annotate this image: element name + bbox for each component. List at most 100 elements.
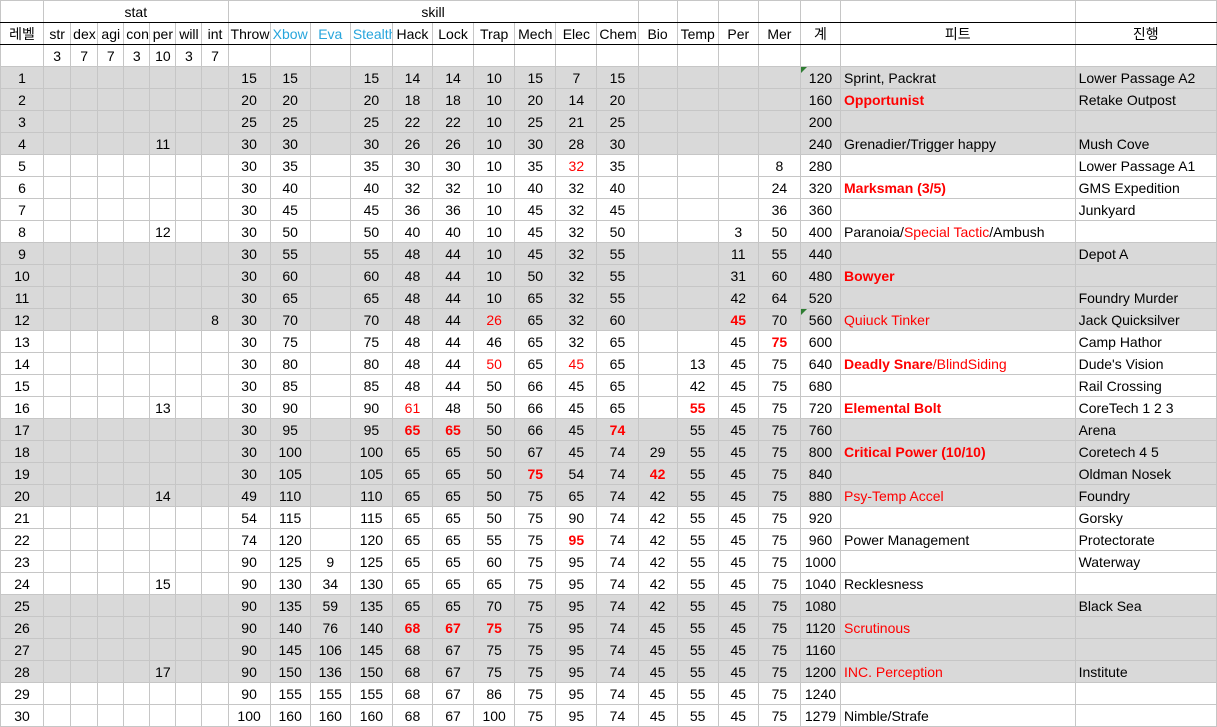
skill-cell: 15 (596, 66, 639, 89)
stat-cell (175, 528, 203, 551)
skill-cell (676, 198, 719, 221)
skill-header-temp: Temp (676, 22, 719, 45)
skill-cell: 100 (473, 704, 516, 727)
stat-cell (201, 198, 229, 221)
stat-cell (149, 66, 177, 89)
progress-cell: Mush Cove (1074, 132, 1217, 155)
stat-cell (123, 704, 151, 727)
stat-cell (70, 132, 99, 155)
skill-cell: 44 (432, 308, 475, 331)
skill-cell: 74 (227, 528, 271, 551)
stat-cell (43, 88, 72, 111)
stat-cell (175, 198, 203, 221)
feat-cell (840, 110, 1076, 133)
level-cell: 3 (0, 110, 45, 133)
skill-cell: 45 (637, 682, 678, 705)
skill-cell: 65 (514, 330, 557, 353)
skill-cell: 42 (637, 550, 678, 573)
total-cell: 720 (799, 396, 842, 419)
stat-cell (97, 286, 125, 309)
total-value: 200 (808, 113, 833, 130)
skill-cell: 32 (555, 176, 598, 199)
skill-cell: 29 (637, 440, 678, 463)
stat-cell: 13 (149, 396, 177, 419)
skill-cell: 40 (514, 176, 557, 199)
stat-cell (70, 462, 99, 485)
skill-cell (637, 352, 678, 375)
stat-cell (149, 154, 177, 177)
skill-cell (717, 110, 759, 133)
skill-cell: 30 (227, 462, 271, 485)
stat-cell (201, 374, 229, 397)
stat-cell (97, 396, 125, 419)
skill-cell: 30 (227, 396, 271, 419)
skill-cell: 32 (391, 176, 434, 199)
skill-cell: 13 (676, 352, 719, 375)
skill-cell: 75 (514, 528, 557, 551)
total-value: 800 (808, 443, 833, 460)
skill-cell: 95 (555, 528, 598, 551)
skill-cell: 45 (717, 352, 759, 375)
skill-cell (309, 286, 351, 309)
stat-cell (175, 264, 203, 287)
level-cell: 20 (0, 484, 45, 507)
skill-cell: 75 (514, 572, 557, 595)
feat-text: Bowyer (844, 267, 895, 284)
blank-group-cell (717, 0, 759, 23)
level-cell: 1 (0, 66, 45, 89)
feat-text: Power Management (844, 531, 970, 548)
skill-cell: 42 (637, 528, 678, 551)
skill-cell: 48 (391, 352, 434, 375)
skill-cell: 50 (473, 396, 516, 419)
skill-cell: 70 (269, 308, 311, 331)
skill-cell: 14 (391, 66, 434, 89)
table-row: 12 8 30 70 70 48 44 26 65 32 60 45 70 560 Quiuck Tinke… (0, 308, 1217, 331)
stat-cell (175, 484, 203, 507)
base-skill-cell (269, 44, 311, 67)
skill-cell (309, 66, 351, 89)
skill-cell: 42 (637, 506, 678, 529)
skill-cell: 95 (555, 594, 598, 617)
skill-cell: 60 (349, 264, 393, 287)
total-value: 600 (808, 333, 833, 350)
skill-cell: 106 (309, 638, 351, 661)
skill-cell: 45 (349, 198, 393, 221)
stat-cell (149, 528, 177, 551)
skill-cell: 160 (349, 704, 393, 727)
blank-group-cell (799, 0, 842, 23)
skill-cell: 45 (514, 198, 557, 221)
skill-cell: 20 (269, 88, 311, 111)
table-row: 21 54 115 115 65 65 50 75 90 74 42 55 45 75 920 Gorsky (0, 506, 1217, 529)
base-feat-cell (840, 44, 1076, 67)
skill-cell: 45 (717, 638, 759, 661)
stat-cell (70, 154, 99, 177)
skill-cell: 45 (555, 396, 598, 419)
total-cell: 480 (799, 264, 842, 287)
stat-cell (123, 660, 151, 683)
skill-cell: 75 (349, 330, 393, 353)
stat-cell (201, 660, 229, 683)
skill-cell: 20 (349, 88, 393, 111)
skill-cell: 30 (227, 352, 271, 375)
stat-cell (175, 418, 203, 441)
progress-cell: Rail Crossing (1074, 374, 1217, 397)
feat-text: Quiuck Tinker (844, 311, 930, 328)
feat-cell: Elemental Bolt (840, 396, 1076, 419)
skill-cell: 75 (757, 330, 801, 353)
skill-cell: 55 (676, 594, 719, 617)
total-value: 360 (808, 201, 833, 218)
skill-cell: 55 (676, 418, 719, 441)
skill-cell: 50 (596, 220, 639, 243)
stat-cell (43, 660, 72, 683)
stat-cell (123, 110, 151, 133)
skill-cell (309, 418, 351, 441)
stat-cell (123, 308, 151, 331)
stat-cell (43, 132, 72, 155)
feat-cell: Critical Power (10/10) (840, 440, 1076, 463)
level-cell: 19 (0, 462, 45, 485)
total-cell: 600 (799, 330, 842, 353)
base-skill-cell (473, 44, 516, 67)
stat-cell (97, 550, 125, 573)
skill-cell: 48 (391, 264, 434, 287)
skill-cell: 155 (309, 682, 351, 705)
